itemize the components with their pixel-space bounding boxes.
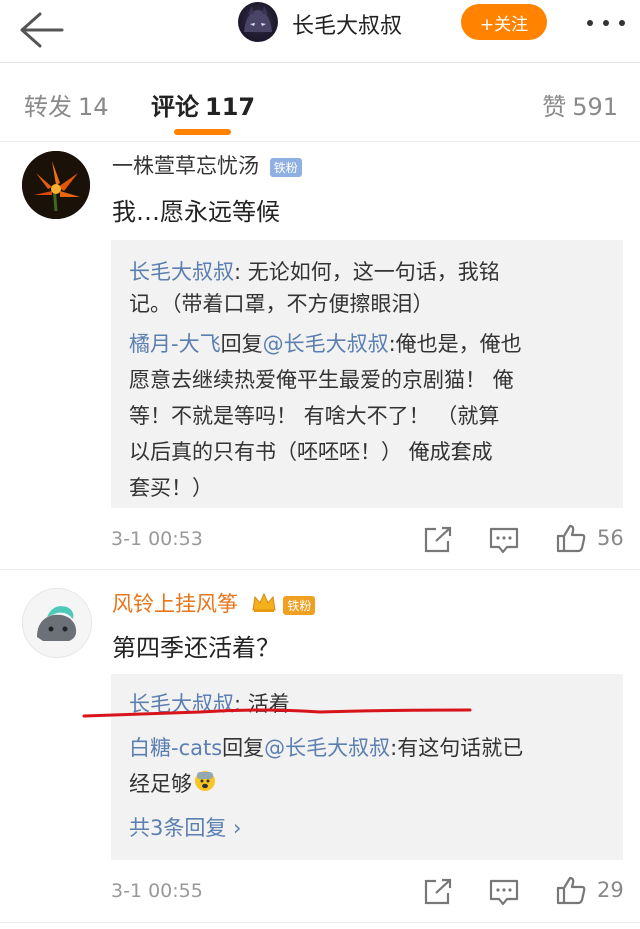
- like-count: 56: [597, 526, 624, 550]
- crown-icon: [251, 592, 277, 619]
- fan-badge: 铁粉: [269, 157, 302, 177]
- tab-reposts[interactable]: 转发 14: [24, 87, 109, 122]
- reply-author-link[interactable]: 长毛大叔叔: [129, 692, 234, 716]
- follow-button[interactable]: +关注: [461, 4, 547, 40]
- reply-separator: :: [234, 692, 248, 716]
- reply-author-link[interactable]: 橘月-大飞: [129, 332, 221, 356]
- tab-comments[interactable]: 评论 117: [151, 87, 255, 122]
- mention-link[interactable]: @长毛大叔叔: [264, 736, 390, 760]
- tab-label: 评论: [151, 93, 199, 121]
- reply-verb: 回复: [220, 332, 263, 356]
- like-count: 29: [597, 878, 624, 902]
- fearful-face-emoji-icon: [194, 769, 216, 802]
- share-icon[interactable]: [420, 524, 456, 556]
- reply-text: 经足够: [129, 772, 192, 796]
- back-arrow-icon[interactable]: [14, 8, 66, 52]
- reply-separator: :: [234, 260, 248, 284]
- tab-likes[interactable]: 赞 591: [542, 87, 618, 122]
- more-replies-link[interactable]: 共3条回复 ›: [129, 812, 241, 845]
- reply-text: 有这句话就已: [397, 736, 524, 760]
- reply-line: 愿意去继续热爱俺平生最爱的京剧猫！ 俺: [129, 368, 514, 392]
- reply-line: 套买！）: [129, 476, 213, 500]
- tab-bar: 转发 14 评论 117 赞 591: [0, 63, 640, 142]
- comment-username[interactable]: 一株萱草忘忧汤 铁粉: [112, 150, 302, 180]
- reply-text: 无论如何，这一句话，我铭: [247, 260, 500, 284]
- tab-count: 14: [78, 93, 109, 121]
- reply-separator: :: [388, 332, 396, 356]
- reply-author-link[interactable]: 白糖-cats: [129, 736, 222, 760]
- reply-line: 长毛大叔叔: 无论如何，这一句话，我铭: [129, 256, 500, 289]
- reply-line: 记。（带着口罩，不方便擦眼泪）: [129, 292, 434, 316]
- thumbs-up-icon: [556, 876, 586, 905]
- active-tab-indicator: [174, 129, 231, 135]
- reply-line: 等！不就是等吗！ 有啥大不了！ （就算: [129, 404, 500, 428]
- profile-name[interactable]: 长毛大叔叔: [292, 8, 402, 40]
- tab-label: 转发: [24, 93, 72, 121]
- reply-line: 以后真的只有书（呸呸呸！） 俺成套成: [129, 440, 493, 464]
- comment-icon[interactable]: [486, 876, 522, 908]
- reply-thread[interactable]: 长毛大叔叔: 无论如何，这一句话，我铭 记。（带着口罩，不方便擦眼泪） 橘月-大…: [111, 240, 623, 508]
- comment-time: 3-1 00:55: [111, 880, 203, 902]
- comment-username[interactable]: 风铃上挂风筝 铁粉: [112, 588, 316, 619]
- avatar[interactable]: [22, 151, 90, 219]
- reply-thread[interactable]: 长毛大叔叔: 活着 白糖-cats回复@长毛大叔叔:有这句话就已 经足够 共3条…: [111, 674, 623, 860]
- avatar[interactable]: [22, 588, 92, 658]
- comment-time: 3-1 00:53: [111, 528, 203, 550]
- comment-text: 我…愿永远等候: [112, 198, 280, 226]
- divider: [0, 569, 640, 570]
- reply-line: 长毛大叔叔: 活着: [129, 688, 290, 721]
- reply-verb: 回复: [222, 736, 265, 760]
- reply-line: 经足够: [129, 768, 216, 802]
- top-bar: 长毛大叔叔 +关注: [0, 0, 640, 63]
- comment-icon[interactable]: [486, 524, 522, 556]
- more-options-icon[interactable]: [584, 14, 628, 32]
- tab-count: 117: [205, 93, 256, 121]
- reply-text: 俺也是，俺也: [395, 332, 522, 356]
- reply-line: 橘月-大飞回复@长毛大叔叔:俺也是，俺也: [129, 328, 522, 361]
- reply-author-link[interactable]: 长毛大叔叔: [129, 260, 234, 284]
- mention-link[interactable]: @长毛大叔叔: [263, 332, 389, 356]
- username-text: 风铃上挂风筝: [112, 592, 238, 616]
- tab-label: 赞: [542, 93, 567, 121]
- like-button[interactable]: 56: [555, 522, 625, 556]
- reply-line: 白糖-cats回复@长毛大叔叔:有这句话就已: [129, 732, 523, 765]
- reply-text: 活着: [247, 692, 290, 716]
- share-icon[interactable]: [420, 876, 456, 908]
- comment-text: 第四季还活着？: [112, 634, 280, 662]
- fan-badge: 铁粉: [283, 595, 316, 615]
- profile-avatar[interactable]: [238, 2, 278, 42]
- divider: [0, 922, 640, 923]
- username-text: 一株萱草忘忧汤: [112, 154, 259, 178]
- thumbs-up-icon: [556, 524, 586, 553]
- tab-count: 591: [572, 93, 618, 121]
- like-button[interactable]: 29: [555, 874, 625, 908]
